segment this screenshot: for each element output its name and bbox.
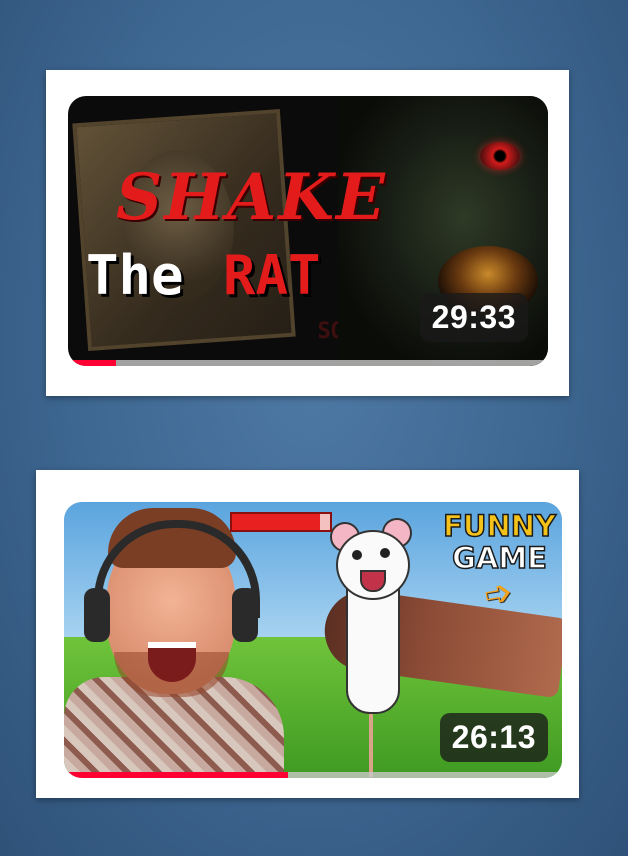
watch-progress-fill xyxy=(68,360,116,366)
rat-eye xyxy=(380,548,390,558)
health-bar-fill xyxy=(232,514,321,530)
video-card-funny-game[interactable]: FUNNY GAME ➩ 26:13 xyxy=(36,470,579,798)
watch-progress-bar xyxy=(68,360,548,366)
streamer-image xyxy=(64,502,294,778)
watch-progress-fill xyxy=(64,772,289,778)
video-duration-badge: 26:13 xyxy=(439,713,548,762)
video-thumbnail[interactable]: FUNNY GAME ➩ 26:13 xyxy=(64,502,562,778)
health-bar xyxy=(230,512,332,532)
video-thumbnail[interactable]: SQUEEZE SQUEEZE SHAKE The RAT 29:33 xyxy=(68,96,548,366)
headphone-cup xyxy=(232,588,258,642)
rat-tail xyxy=(369,707,373,777)
badge-text-game: GAME xyxy=(451,541,547,575)
rat-mouth xyxy=(360,570,386,592)
thumbnail-title-shake: SHAKE xyxy=(116,160,387,235)
monster-eye xyxy=(480,142,520,170)
badge-text-funny: FUNNY xyxy=(442,509,556,543)
video-duration-badge: 29:33 xyxy=(419,293,528,342)
rat-eye xyxy=(352,550,362,560)
thumbnail-title-rat: RAT xyxy=(223,244,321,307)
headphone-cup xyxy=(84,588,110,642)
video-card-shake-the-rat[interactable]: SQUEEZE SQUEEZE SHAKE The RAT 29:33 xyxy=(46,70,569,396)
watch-progress-bar xyxy=(64,772,562,778)
thumbnail-title-the: The xyxy=(86,244,184,307)
funny-game-badge: FUNNY GAME xyxy=(442,509,556,575)
